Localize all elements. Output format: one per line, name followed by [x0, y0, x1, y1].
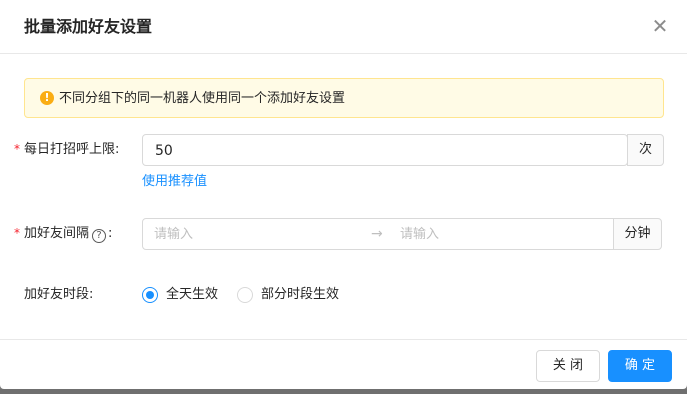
interval-end-input[interactable]: 请输入	[400, 225, 439, 245]
close-icon[interactable]: ✕	[648, 14, 672, 38]
required-mark: *	[14, 226, 20, 240]
use-recommended-link[interactable]: 使用推荐值	[142, 172, 207, 192]
question-circle-icon[interactable]: ?	[92, 229, 107, 243]
warning-icon: !	[40, 91, 54, 105]
daily-limit-value: 50	[155, 143, 173, 159]
interval-label: * 加好友间隔?:	[14, 223, 112, 244]
range-arrow-icon: →	[371, 226, 383, 242]
interval-start-input[interactable]: 请输入	[154, 225, 193, 245]
daily-limit-unit: 次	[627, 134, 664, 166]
interval-label-text: 加好友间隔	[24, 226, 90, 241]
dialog-header: 批量添加好友设置 ✕	[0, 0, 687, 54]
alert-text: 不同分组下的同一机器人使用同一个添加好友设置	[59, 91, 346, 106]
daily-limit-label-text: 每日打招呼上限:	[24, 142, 120, 157]
dialog-title: 批量添加好友设置	[24, 17, 153, 36]
close-button[interactable]: 关 闭	[536, 350, 600, 382]
radio-partial-time[interactable]	[237, 287, 253, 303]
daily-limit-input[interactable]: 50	[142, 134, 628, 166]
batch-add-friend-dialog: 批量添加好友设置 ✕ ! 不同分组下的同一机器人使用同一个添加好友设置 * 每日打…	[0, 0, 687, 389]
dialog-footer: 关 闭 确 定	[0, 339, 687, 389]
radio-partial-time-label[interactable]: 部分时段生效	[261, 285, 339, 305]
daily-limit-label: * 每日打招呼上限:	[14, 139, 119, 160]
interval-range-input: 请输入 → 请输入	[142, 218, 614, 250]
warning-alert: ! 不同分组下的同一机器人使用同一个添加好友设置	[24, 78, 664, 118]
radio-all-day-label[interactable]: 全天生效	[166, 285, 218, 305]
confirm-button[interactable]: 确 定	[608, 350, 672, 382]
interval-unit: 分钟	[613, 218, 662, 250]
background-overlay	[0, 389, 687, 394]
interval-colon: :	[108, 226, 113, 241]
radio-all-day[interactable]	[142, 287, 158, 303]
required-mark: *	[14, 142, 20, 156]
time-period-label: 加好友时段:	[24, 287, 94, 302]
